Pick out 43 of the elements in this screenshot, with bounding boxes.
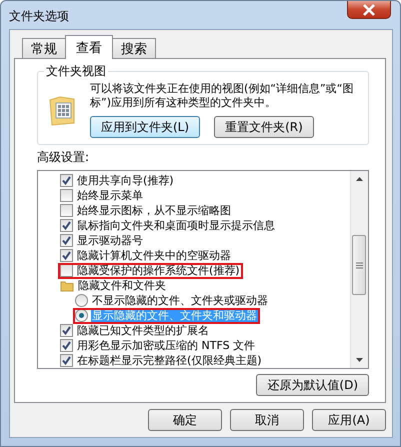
checkbox[interactable] [60,339,73,352]
close-button[interactable] [347,1,391,19]
folder-icon [60,280,74,292]
tab[interactable]: 搜索 [112,38,156,58]
dialog-button[interactable]: 应用(A) [312,409,386,431]
scrollbar[interactable] [350,171,368,368]
group-title: 文件夹视图 [44,63,108,80]
folder-button[interactable]: 应用到文件夹(L) [90,116,200,138]
scroll-thumb[interactable] [352,235,366,295]
setting-label: 显示驱动器号 [76,234,144,246]
setting-label: 显示隐藏的文件、文件夹和驱动器 [91,310,258,322]
checkbox[interactable] [60,204,73,217]
checkbox[interactable] [60,189,73,202]
radio-button[interactable] [75,309,88,322]
checkbox[interactable] [60,354,73,367]
setting-label: 不显示隐藏的文件、文件夹或驱动器 [91,294,269,306]
folder-button[interactable]: 重置文件夹(R) [214,116,314,138]
setting-label: 隐藏已知文件类型的扩展名 [76,324,210,336]
restore-defaults-button[interactable]: 还原为默认值(D) [256,374,369,396]
setting-label: 用彩色显示加密或压缩的 NTFS 文件 [76,340,256,352]
tab[interactable]: 常规 [22,38,66,58]
dialog-button[interactable]: 取消 [230,409,304,431]
setting-label: 隐藏计算机文件夹中的空驱动器 [76,250,232,262]
checkbox[interactable] [60,249,73,262]
description-text: 可以将该文件夹正在使用的视图(例如“详细信息”或“图标”)应用到所有这种类型的文件夹中。 [90,82,354,110]
checkbox[interactable] [60,324,73,337]
setting-label: 隐藏受保护的操作系统文件(推荐) [76,264,241,276]
setting-label: 鼠标指向文件夹和桌面项时显示提示信息 [76,220,276,232]
section-label: 高级设置: [37,149,90,166]
setting-label: 在标题栏显示完整路径(仅限经典主题) [76,354,263,366]
close-icon [362,4,376,16]
checkbox[interactable] [60,264,73,277]
setting-label: 隐藏文件和文件夹 [77,280,167,292]
checkbox[interactable] [60,174,73,187]
dialog-button[interactable]: 确定 [148,409,222,431]
window-title: 文件夹选项 [9,8,69,25]
setting-label: 始终显示图标，从不显示缩略图 [76,204,232,216]
tab[interactable]: 查看 [65,35,113,59]
checkbox[interactable] [60,219,73,232]
checkbox[interactable] [60,234,73,247]
setting-label: 使用共享向导(推荐) [76,174,175,186]
radio-button[interactable] [75,294,88,307]
setting-label: 始终显示菜单 [76,190,144,202]
